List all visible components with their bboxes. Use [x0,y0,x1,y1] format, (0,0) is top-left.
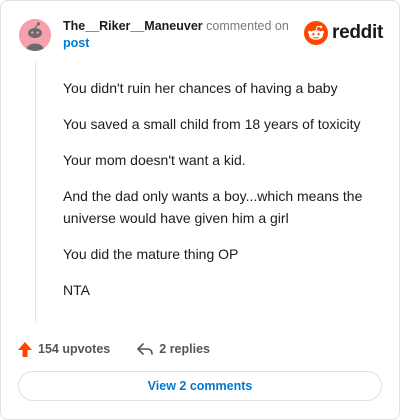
reply-arrow-icon [137,343,154,355]
reddit-brand[interactable]: reddit [304,21,383,45]
comment-paragraph: Your mom doesn't want a kid. [63,152,246,168]
comment-actions: 154 upvotes 2 replies [17,338,210,360]
comment-header: The__Riker__Maneuver commented on post [63,18,303,52]
post-link[interactable]: post [63,36,89,50]
action-text: commented on [206,19,289,33]
upvote-arrow-icon [18,341,32,357]
username[interactable]: The__Riker__Maneuver [63,19,203,33]
comment-paragraph: You didn't ruin her chances of having a … [63,80,338,96]
avatar[interactable] [19,19,51,51]
comment-card: The__Riker__Maneuver commented on post r… [0,0,400,420]
comment-paragraph: NTA [63,282,90,298]
view-comments-button[interactable]: View 2 comments [18,371,382,401]
replies-count: 2 replies [159,342,210,356]
thread-line[interactable] [35,61,36,323]
upvote-count: 154 upvotes [38,342,111,356]
comment-body: You didn't ruin her chances of having a … [63,77,383,315]
brand-wordmark: reddit [332,22,383,43]
reddit-logo-icon [304,21,329,45]
comment-paragraph: You saved a small child from 18 years of… [63,116,361,132]
replies-button[interactable]: 2 replies [136,341,210,357]
upvote-button[interactable]: 154 upvotes [17,341,110,358]
comment-paragraph: You did the mature thing OP [63,246,239,262]
snoo-avatar-icon [19,19,51,51]
comment-paragraph: And the dad only wants a boy...which mea… [63,188,363,226]
